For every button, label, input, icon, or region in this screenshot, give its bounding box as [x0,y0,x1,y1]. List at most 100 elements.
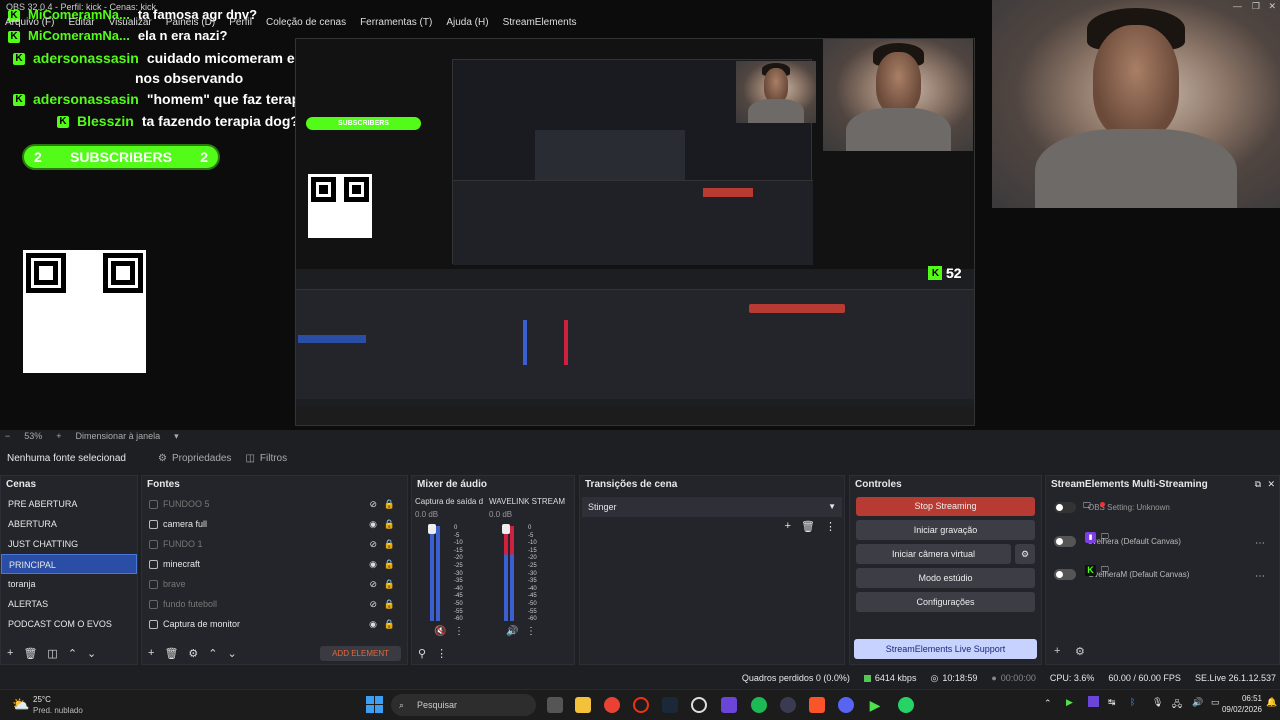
scene-item[interactable]: JUST CHATTING [1,534,137,554]
start-virtual-camera-button[interactable]: Iniciar câmera virtual [856,544,1011,564]
menu-streamelements[interactable]: StreamElements [503,17,577,31]
file-explorer-icon[interactable] [575,697,591,713]
source-item[interactable]: minecraft ◉ 🔒 [142,554,407,574]
source-item[interactable]: Captura de monitor ◉ 🔒 [142,614,407,634]
program-preview[interactable]: K MiComeramNa... ta famosa agr dnv? K MiCom… [0,0,1280,430]
close-icon[interactable]: ✕ [1267,479,1275,490]
discord-icon[interactable] [838,697,854,713]
taskbar-search[interactable]: ⌕ Pesquisar [391,694,536,716]
lock-icon[interactable]: 🔒 [384,594,395,614]
play-icon[interactable]: ▶ [867,697,883,713]
settings-button[interactable]: Configurações [856,592,1035,612]
muted-speaker-icon[interactable]: 🔇 [434,626,446,637]
bluetooth-icon[interactable]: ᛒ [1130,697,1135,707]
menu-ajuda[interactable]: Ajuda (H) [446,17,488,31]
zoom-in-button[interactable]: + [56,431,61,441]
menu-colecao-cenas[interactable]: Coleção de cenas [266,17,346,31]
eye-icon[interactable]: ◉ [369,614,377,634]
toggle-switch[interactable] [1054,536,1076,547]
microphone-icon[interactable]: 🎙 [1152,697,1163,708]
eye-hidden-icon[interactable]: ⊘ [369,594,377,614]
lock-icon[interactable]: 🔒 [384,494,395,514]
chevron-up-icon[interactable]: ⌃ [1044,698,1052,709]
arrow-up-icon[interactable]: ⌃ [68,647,77,660]
lock-icon[interactable]: 🔒 [384,554,395,574]
tray-twitch-icon[interactable] [1088,696,1099,707]
zoom-mode[interactable]: Dimensionar à janela [76,431,161,441]
opera-icon[interactable] [633,697,649,713]
zoom-out-button[interactable]: − [5,431,10,441]
windows-start-icon[interactable] [366,696,383,713]
eye-hidden-icon[interactable]: ⊘ [369,574,377,594]
kebab-menu-icon[interactable]: ⋮ [454,626,464,637]
gear-icon[interactable]: ⚙ [1075,645,1085,658]
minimize-icon[interactable]: — [1233,1,1242,11]
arrow-down-icon[interactable]: ⌄ [228,647,237,660]
scene-item-selected[interactable]: PRINCIPAL [1,554,137,574]
lock-icon[interactable]: 🔒 [384,514,395,534]
network-icon[interactable]: 🖧 [1172,697,1182,713]
chevron-down-icon[interactable]: ▾ [174,431,179,442]
trash-icon[interactable]: 🗑 [23,647,37,660]
scene-item[interactable]: toranja [1,574,137,594]
weather-desc[interactable]: Pred. nublado [33,706,83,715]
start-recording-button[interactable]: Iniciar gravação [856,520,1035,540]
add-icon[interactable]: + [7,647,13,659]
source-item[interactable]: camera full ◉ 🔒 [142,514,407,534]
volume-icon[interactable]: 🔊 [1192,697,1203,708]
add-element-button[interactable]: ADD ELEMENT [320,645,401,661]
menu-visualizar[interactable]: Visualizar [109,17,152,31]
arrow-up-icon[interactable]: ⌃ [208,647,217,660]
scene-item[interactable]: ALERTAS [1,594,137,614]
stop-streaming-button[interactable]: Stop Streaming [856,497,1035,516]
trash-icon[interactable]: 🗑 [164,647,178,660]
steam-icon[interactable] [662,697,678,713]
notification-icon[interactable]: 🔔 [1266,697,1277,708]
lock-icon[interactable]: 🔒 [384,574,395,594]
volume-fader[interactable] [428,524,436,534]
menu-editar[interactable]: Editar [68,17,94,31]
source-item[interactable]: fundo futeboll ⊘ 🔒 [142,594,407,614]
lock-icon[interactable]: 🔒 [384,534,395,554]
arrow-down-icon[interactable]: ⌄ [87,647,96,660]
eye-icon[interactable]: ◉ [369,514,377,534]
maximize-icon[interactable]: ❐ [1252,1,1260,12]
menu-paineis[interactable]: Painéis (D) [166,17,215,31]
source-item[interactable]: FUNDO 1 ⊘ 🔒 [142,534,407,554]
volume-fader[interactable] [502,524,510,534]
gear-icon[interactable]: ⚙ [1015,544,1035,564]
lock-icon[interactable]: 🔒 [384,614,395,634]
app-grid-icon[interactable] [721,697,737,713]
menu-perfil[interactable]: Perfil [229,17,252,31]
properties-button[interactable]: ⚙ Propriedades [158,453,231,464]
gear-icon[interactable]: ⚙ [188,647,198,660]
undock-icon[interactable]: ⧉ [1255,479,1261,490]
filters-button[interactable]: ◫ Filtros [245,453,287,464]
source-item[interactable]: brave ⊘ 🔒 [142,574,407,594]
streamelements-support-button[interactable]: StreamElements Live Support [854,639,1037,659]
add-icon[interactable]: + [148,647,154,659]
filter-icon[interactable]: ◫ [47,647,57,660]
tray-app-icon[interactable]: ↹ [1108,697,1116,708]
eye-hidden-icon[interactable]: ⊘ [369,534,377,554]
scene-item[interactable]: ABERTURA [1,514,137,534]
add-icon[interactable]: + [785,520,791,533]
obs-icon[interactable] [691,697,707,713]
source-item[interactable]: FUNDOO 5 ⊘ 🔒 [142,494,407,514]
toggle-switch[interactable] [1054,502,1076,513]
close-icon[interactable]: ✕ [1268,1,1276,12]
studio-mode-button[interactable]: Modo estúdio [856,568,1035,588]
whatsapp-icon[interactable] [898,697,914,713]
speaker-icon[interactable]: 🔊 [506,626,518,637]
app-icon[interactable] [780,697,796,713]
menu-ferramentas[interactable]: Ferramentas (T) [360,17,432,31]
kebab-menu-icon[interactable]: ⋮ [436,647,447,660]
spotify-icon[interactable] [751,697,767,713]
tray-play-icon[interactable]: ▶ [1066,697,1073,708]
clock-date[interactable]: 09/02/2026 [1215,705,1262,714]
toggle-switch[interactable] [1054,569,1076,580]
eye-icon[interactable]: ◉ [369,554,377,574]
kebab-menu-icon[interactable]: ⋮ [825,520,836,533]
chrome-icon[interactable] [604,697,620,713]
trash-icon[interactable]: 🗑 [801,520,815,533]
